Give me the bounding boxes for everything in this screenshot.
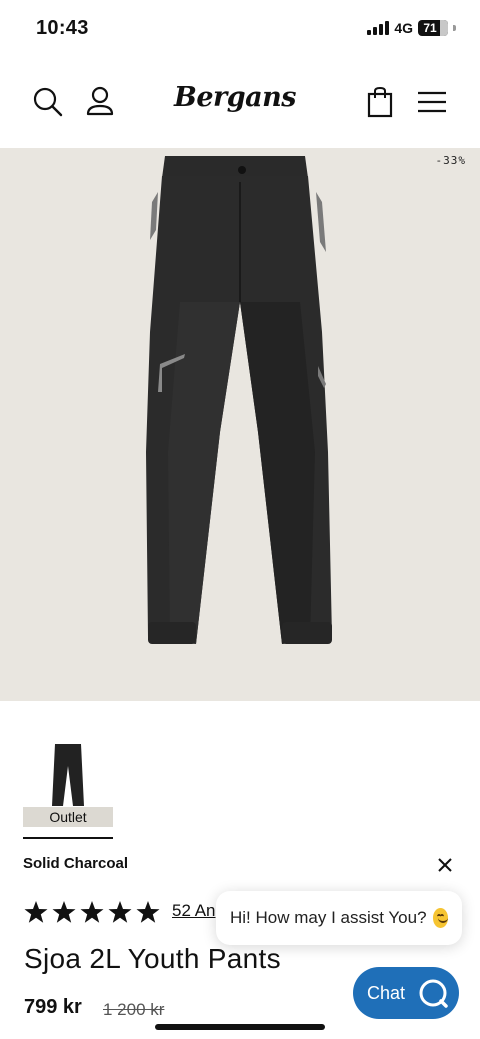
color-name: Solid Charcoal [23,855,129,872]
sale-price: 799 kr [24,996,82,1018]
star-icon [136,901,160,923]
home-indicator [155,1024,325,1030]
battery-icon: 71 [418,20,448,36]
network-type: 4G [394,20,413,36]
variant-thumbnail[interactable]: Outlet [23,740,113,840]
status-bar: 10:43 4G 71 [0,0,480,58]
original-price: 1 200 kr [103,1000,165,1019]
chat-greeting-text: Hi! How may I assist You? [230,908,427,927]
close-icon[interactable] [436,856,454,874]
account-icon[interactable] [84,86,116,118]
variant-thumbnail-image [52,744,84,806]
status-indicators: 4G 71 [367,20,456,36]
discount-badge: -33% [435,154,466,167]
site-header: Bergans [0,72,480,132]
menu-icon[interactable] [416,86,448,118]
star-icon [24,901,48,923]
bag-icon[interactable] [364,86,396,118]
search-icon[interactable] [32,86,64,118]
product-image[interactable]: -33% [0,148,480,701]
brand-logo[interactable]: Bergans [0,82,480,113]
star-icon [108,901,132,923]
star-icon [52,901,76,923]
signal-icon [367,21,390,35]
product-title: Sjoa 2L Youth Pants [24,943,281,974]
reviews-link[interactable]: 52 An [172,901,220,921]
star-icon [80,901,104,923]
smile-emoji-icon [432,908,448,928]
chat-button[interactable]: Chat [353,967,459,1019]
outlet-badge: Outlet [23,807,113,827]
chat-greeting-bubble[interactable]: Hi! How may I assist You? [216,891,462,945]
rating-stars [24,900,160,924]
chat-button-label: Chat [367,982,406,1003]
selected-indicator [23,837,113,839]
status-time: 10:43 [36,17,89,39]
pants-image [146,156,332,644]
chat-bubble-icon [419,979,448,1008]
battery-level: 71 [423,21,437,35]
